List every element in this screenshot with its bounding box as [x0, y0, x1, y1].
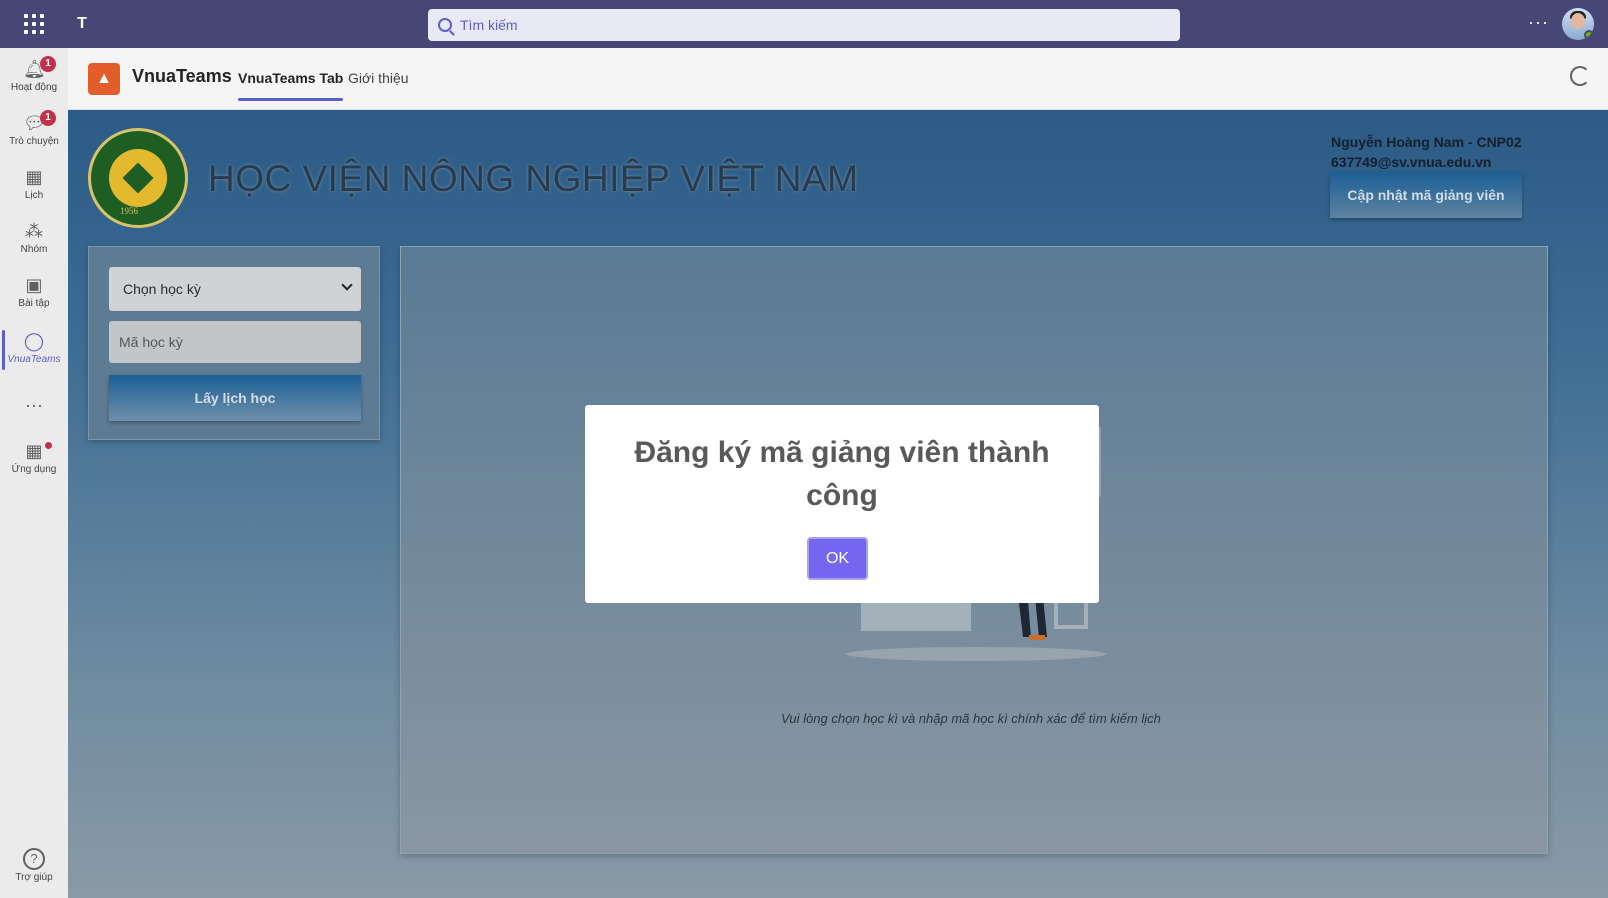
dialog-title: Đăng ký mã giảng viên thành công — [634, 436, 1050, 512]
ok-button[interactable]: OK — [807, 537, 868, 580]
success-dialog: Đăng ký mã giảng viên thành công OK — [585, 405, 1099, 603]
